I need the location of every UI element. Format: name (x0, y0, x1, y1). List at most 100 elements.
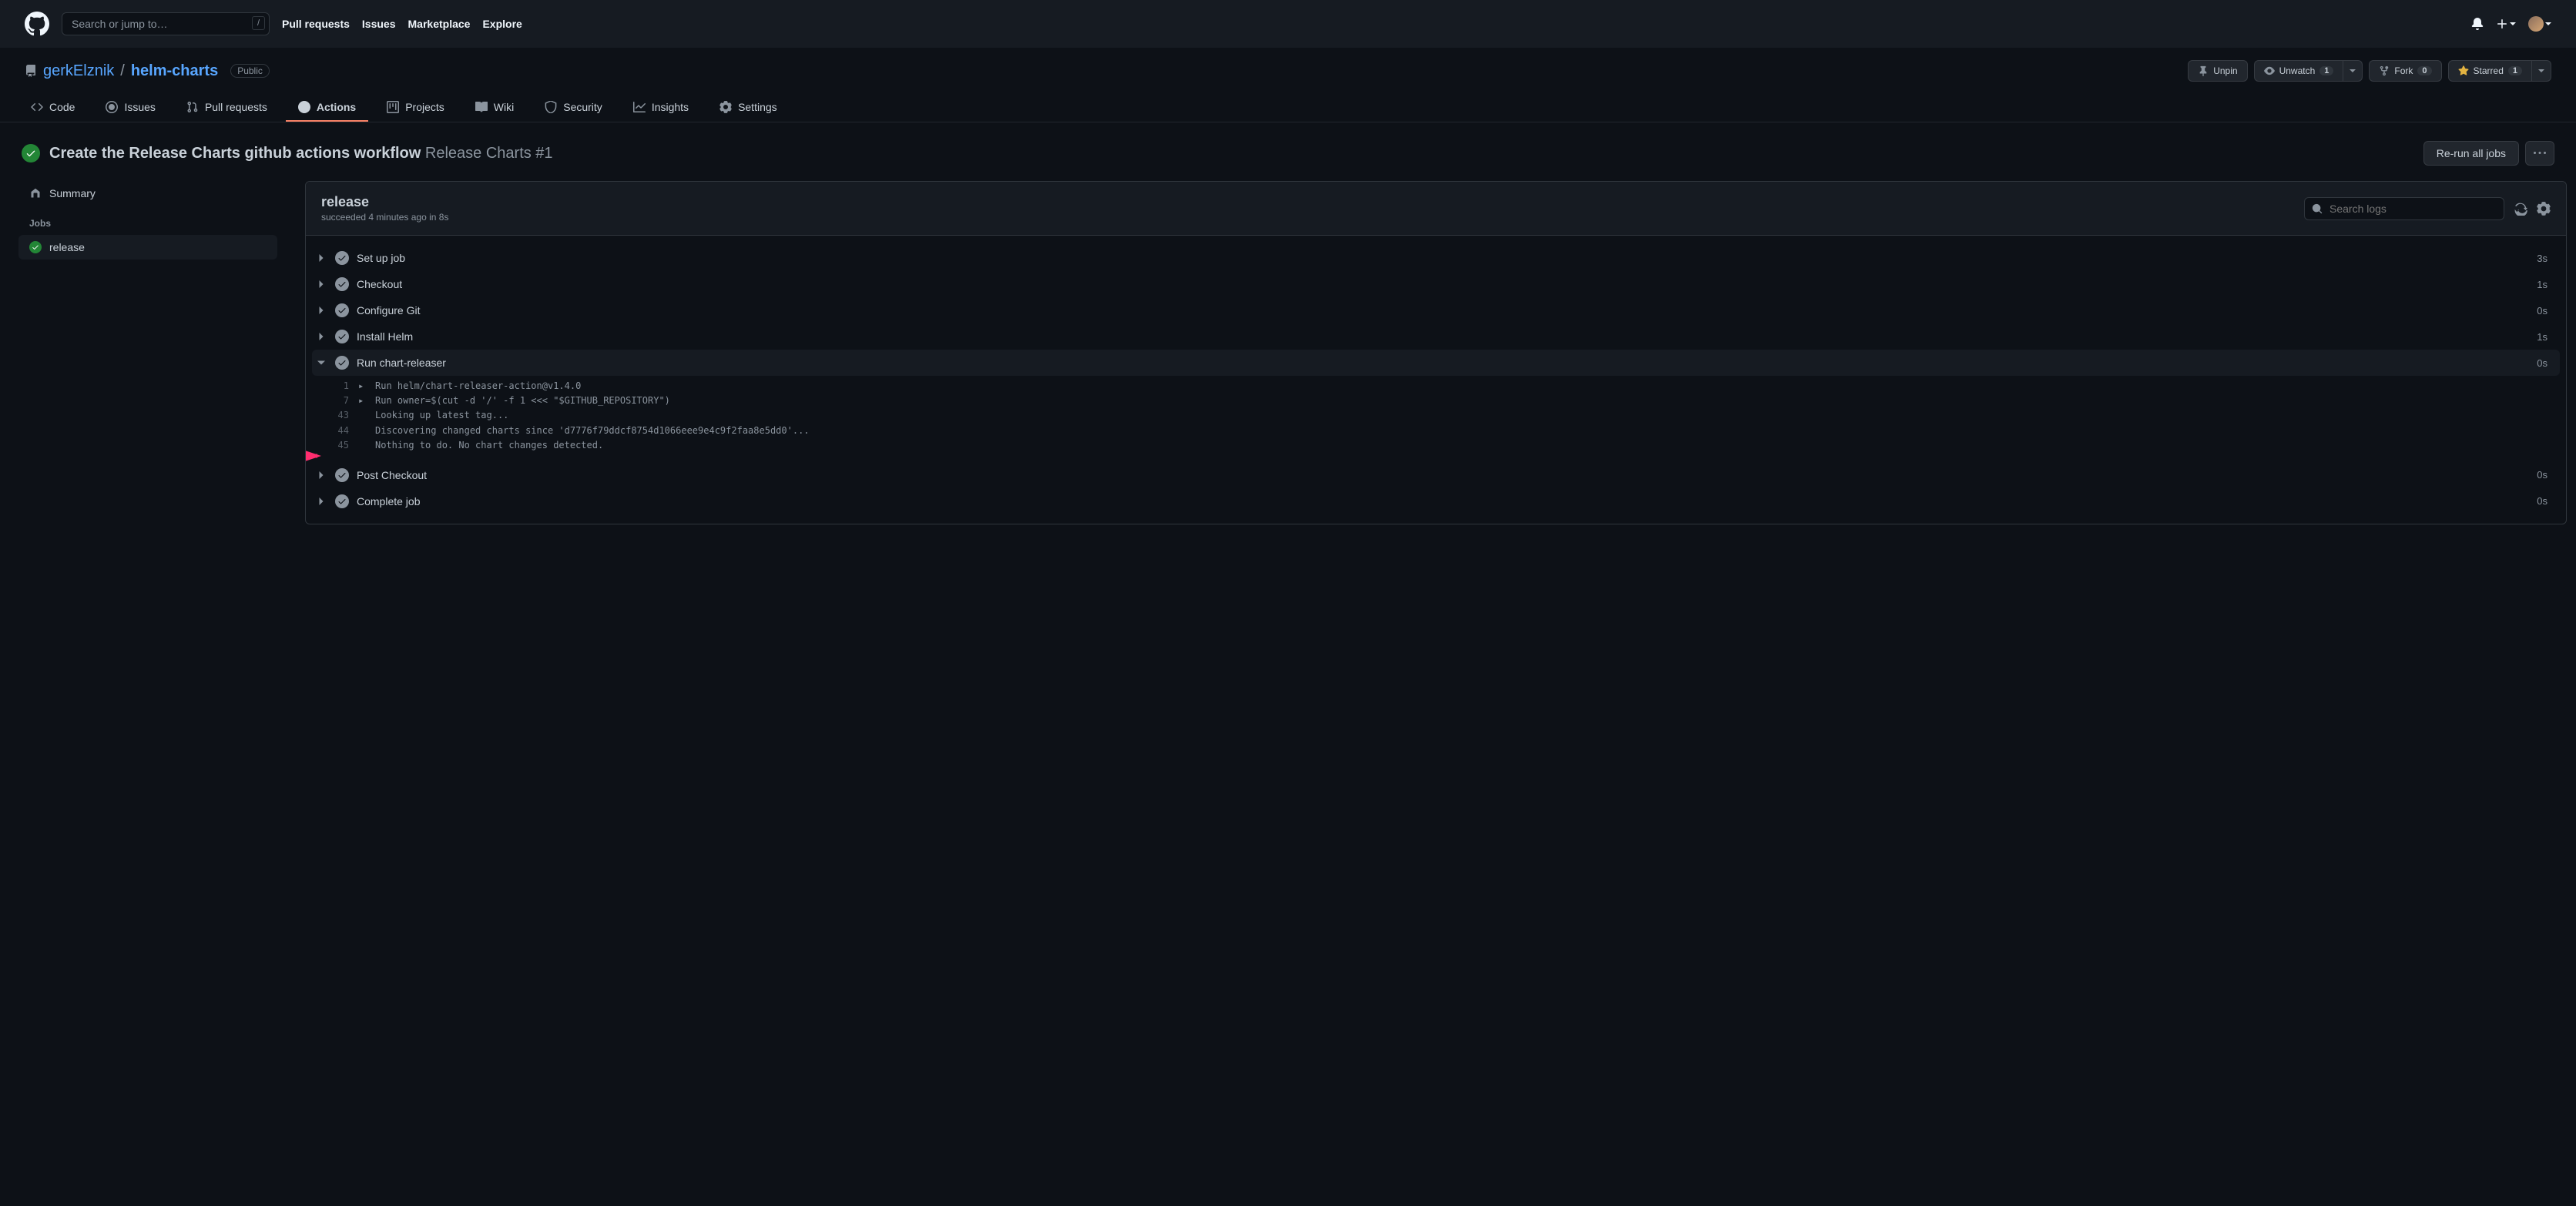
repo-header: gerkElznik / helm-charts Public Unpin Un… (0, 48, 2576, 94)
workflow-title-sub: Release Charts #1 (425, 145, 553, 162)
step-success-icon (335, 251, 349, 265)
visibility-badge: Public (230, 64, 270, 78)
chevron-right-icon (315, 495, 327, 508)
job-content: release succeeded 4 minutes ago in 8s Se… (305, 181, 2567, 524)
log-search-wrap (2304, 197, 2504, 220)
fork-button[interactable]: Fork0 (2369, 60, 2441, 82)
step-name: Set up job (357, 252, 405, 264)
step-row-configure-git[interactable]: Configure Git 0s (306, 297, 2566, 323)
search-icon (2312, 203, 2323, 214)
repo-sep: / (120, 62, 125, 80)
log-line: 1▸Run helm/chart-releaser-action@v1.4.0 (324, 379, 2547, 394)
sidebar-item-release[interactable]: release (18, 235, 277, 260)
avatar-dropdown[interactable] (2528, 16, 2551, 32)
tab-insights[interactable]: Insights (621, 94, 701, 122)
step-name: Checkout (357, 278, 402, 290)
step-time: 1s (2537, 331, 2547, 343)
step-row-run-chart-releaser[interactable]: Run chart-releaser 0s (312, 350, 2560, 376)
global-header: / Pull requests Issues Marketplace Explo… (0, 0, 2576, 48)
tab-actions[interactable]: Actions (286, 94, 368, 122)
tab-settings[interactable]: Settings (707, 94, 790, 122)
step-time: 3s (2537, 253, 2547, 264)
starred-button[interactable]: Starred1 (2448, 60, 2532, 82)
search-container: / (62, 12, 270, 35)
job-controls (2304, 197, 2551, 220)
unwatch-button[interactable]: Unwatch1 (2254, 60, 2344, 82)
header-right (2471, 16, 2551, 32)
step-row-checkout[interactable]: Checkout 1s (306, 271, 2566, 297)
step-name: Post Checkout (357, 469, 427, 481)
log-settings-button[interactable] (2537, 202, 2551, 216)
repo-title: gerkElznik / helm-charts Public (25, 62, 270, 80)
sidebar-item-summary[interactable]: Summary (18, 181, 277, 206)
sidebar-summary-label: Summary (49, 187, 96, 199)
starred-dropdown[interactable] (2532, 60, 2551, 82)
nav-marketplace[interactable]: Marketplace (408, 18, 471, 30)
job-name: release (321, 194, 448, 210)
job-meta: succeeded 4 minutes ago in 8s (321, 212, 448, 223)
step-row-setup[interactable]: Set up job 3s (306, 245, 2566, 271)
repo-tabs: Code Issues Pull requests Actions Projec… (0, 94, 2576, 122)
step-time: 1s (2537, 279, 2547, 290)
step-time: 0s (2537, 357, 2547, 369)
unpin-button[interactable]: Unpin (2188, 60, 2247, 82)
workflow-sidebar: Summary Jobs release (9, 181, 287, 524)
tab-code[interactable]: Code (18, 94, 87, 122)
step-row-install-helm[interactable]: Install Helm 1s (306, 323, 2566, 350)
repo-actions: Unpin Unwatch1 Fork0 Starred1 (2188, 60, 2551, 82)
tab-issues[interactable]: Issues (93, 94, 167, 122)
job-success-icon (29, 241, 42, 253)
workflow-status-success-icon (22, 144, 40, 162)
step-time: 0s (2537, 469, 2547, 481)
step-time: 0s (2537, 305, 2547, 317)
step-success-icon (335, 277, 349, 291)
step-time: 0s (2537, 495, 2547, 507)
slash-key-hint: / (252, 16, 265, 30)
step-success-icon (335, 468, 349, 482)
unwatch-dropdown[interactable] (2343, 60, 2363, 82)
tab-pull-requests[interactable]: Pull requests (174, 94, 280, 122)
step-row-complete-job[interactable]: Complete job 0s (306, 488, 2566, 514)
log-line: 7▸Run owner=$(cut -d '/' -f 1 <<< "$GITH… (324, 394, 2547, 408)
repo-owner-link[interactable]: gerkElznik (43, 62, 114, 80)
chevron-right-icon (315, 330, 327, 343)
step-name: Configure Git (357, 304, 420, 317)
step-row-post-checkout[interactable]: Post Checkout 0s (306, 462, 2566, 488)
log-search-input[interactable] (2304, 197, 2504, 220)
workflow-more-button[interactable] (2525, 141, 2554, 166)
refresh-logs-button[interactable] (2514, 202, 2527, 216)
chevron-right-icon (315, 304, 327, 317)
log-lines: 1▸Run helm/chart-releaser-action@v1.4.0 … (306, 376, 2566, 462)
add-dropdown[interactable] (2496, 18, 2516, 30)
nav-pull-requests[interactable]: Pull requests (282, 18, 350, 30)
workflow-header: Create the Release Charts github actions… (0, 122, 2576, 181)
tab-wiki[interactable]: Wiki (463, 94, 526, 122)
nav-issues[interactable]: Issues (362, 18, 396, 30)
sidebar-job-label: release (49, 241, 85, 253)
log-line: 44Discovering changed charts since 'd777… (324, 424, 2547, 438)
github-logo-icon[interactable] (25, 12, 49, 36)
repo-name-link[interactable]: helm-charts (131, 62, 218, 80)
nav-explore[interactable]: Explore (482, 18, 522, 30)
steps-list: Set up job 3s Checkout 1s Configure Git … (306, 236, 2566, 524)
step-name: Run chart-releaser (357, 357, 446, 369)
sidebar-jobs-heading: Jobs (18, 206, 277, 235)
step-success-icon (335, 356, 349, 370)
step-name: Install Helm (357, 330, 413, 343)
workflow-title-main: Create the Release Charts github actions… (49, 145, 421, 162)
avatar (2528, 16, 2544, 32)
step-name: Complete job (357, 495, 421, 508)
search-input[interactable] (62, 12, 270, 35)
tab-projects[interactable]: Projects (374, 94, 457, 122)
log-line: 45Nothing to do. No chart changes detect… (324, 438, 2547, 453)
tab-security[interactable]: Security (532, 94, 615, 122)
step-success-icon (335, 303, 349, 317)
rerun-all-jobs-button[interactable]: Re-run all jobs (2423, 141, 2519, 166)
watch-button-group: Unwatch1 (2254, 60, 2363, 82)
workflow-title: Create the Release Charts github actions… (49, 145, 553, 162)
repo-icon (25, 65, 37, 77)
log-line: 43Looking up latest tag... (324, 408, 2547, 423)
nav-links: Pull requests Issues Marketplace Explore (282, 18, 522, 30)
notifications-icon[interactable] (2471, 18, 2484, 30)
main-layout: Summary Jobs release release succeeded 4… (0, 181, 2576, 543)
